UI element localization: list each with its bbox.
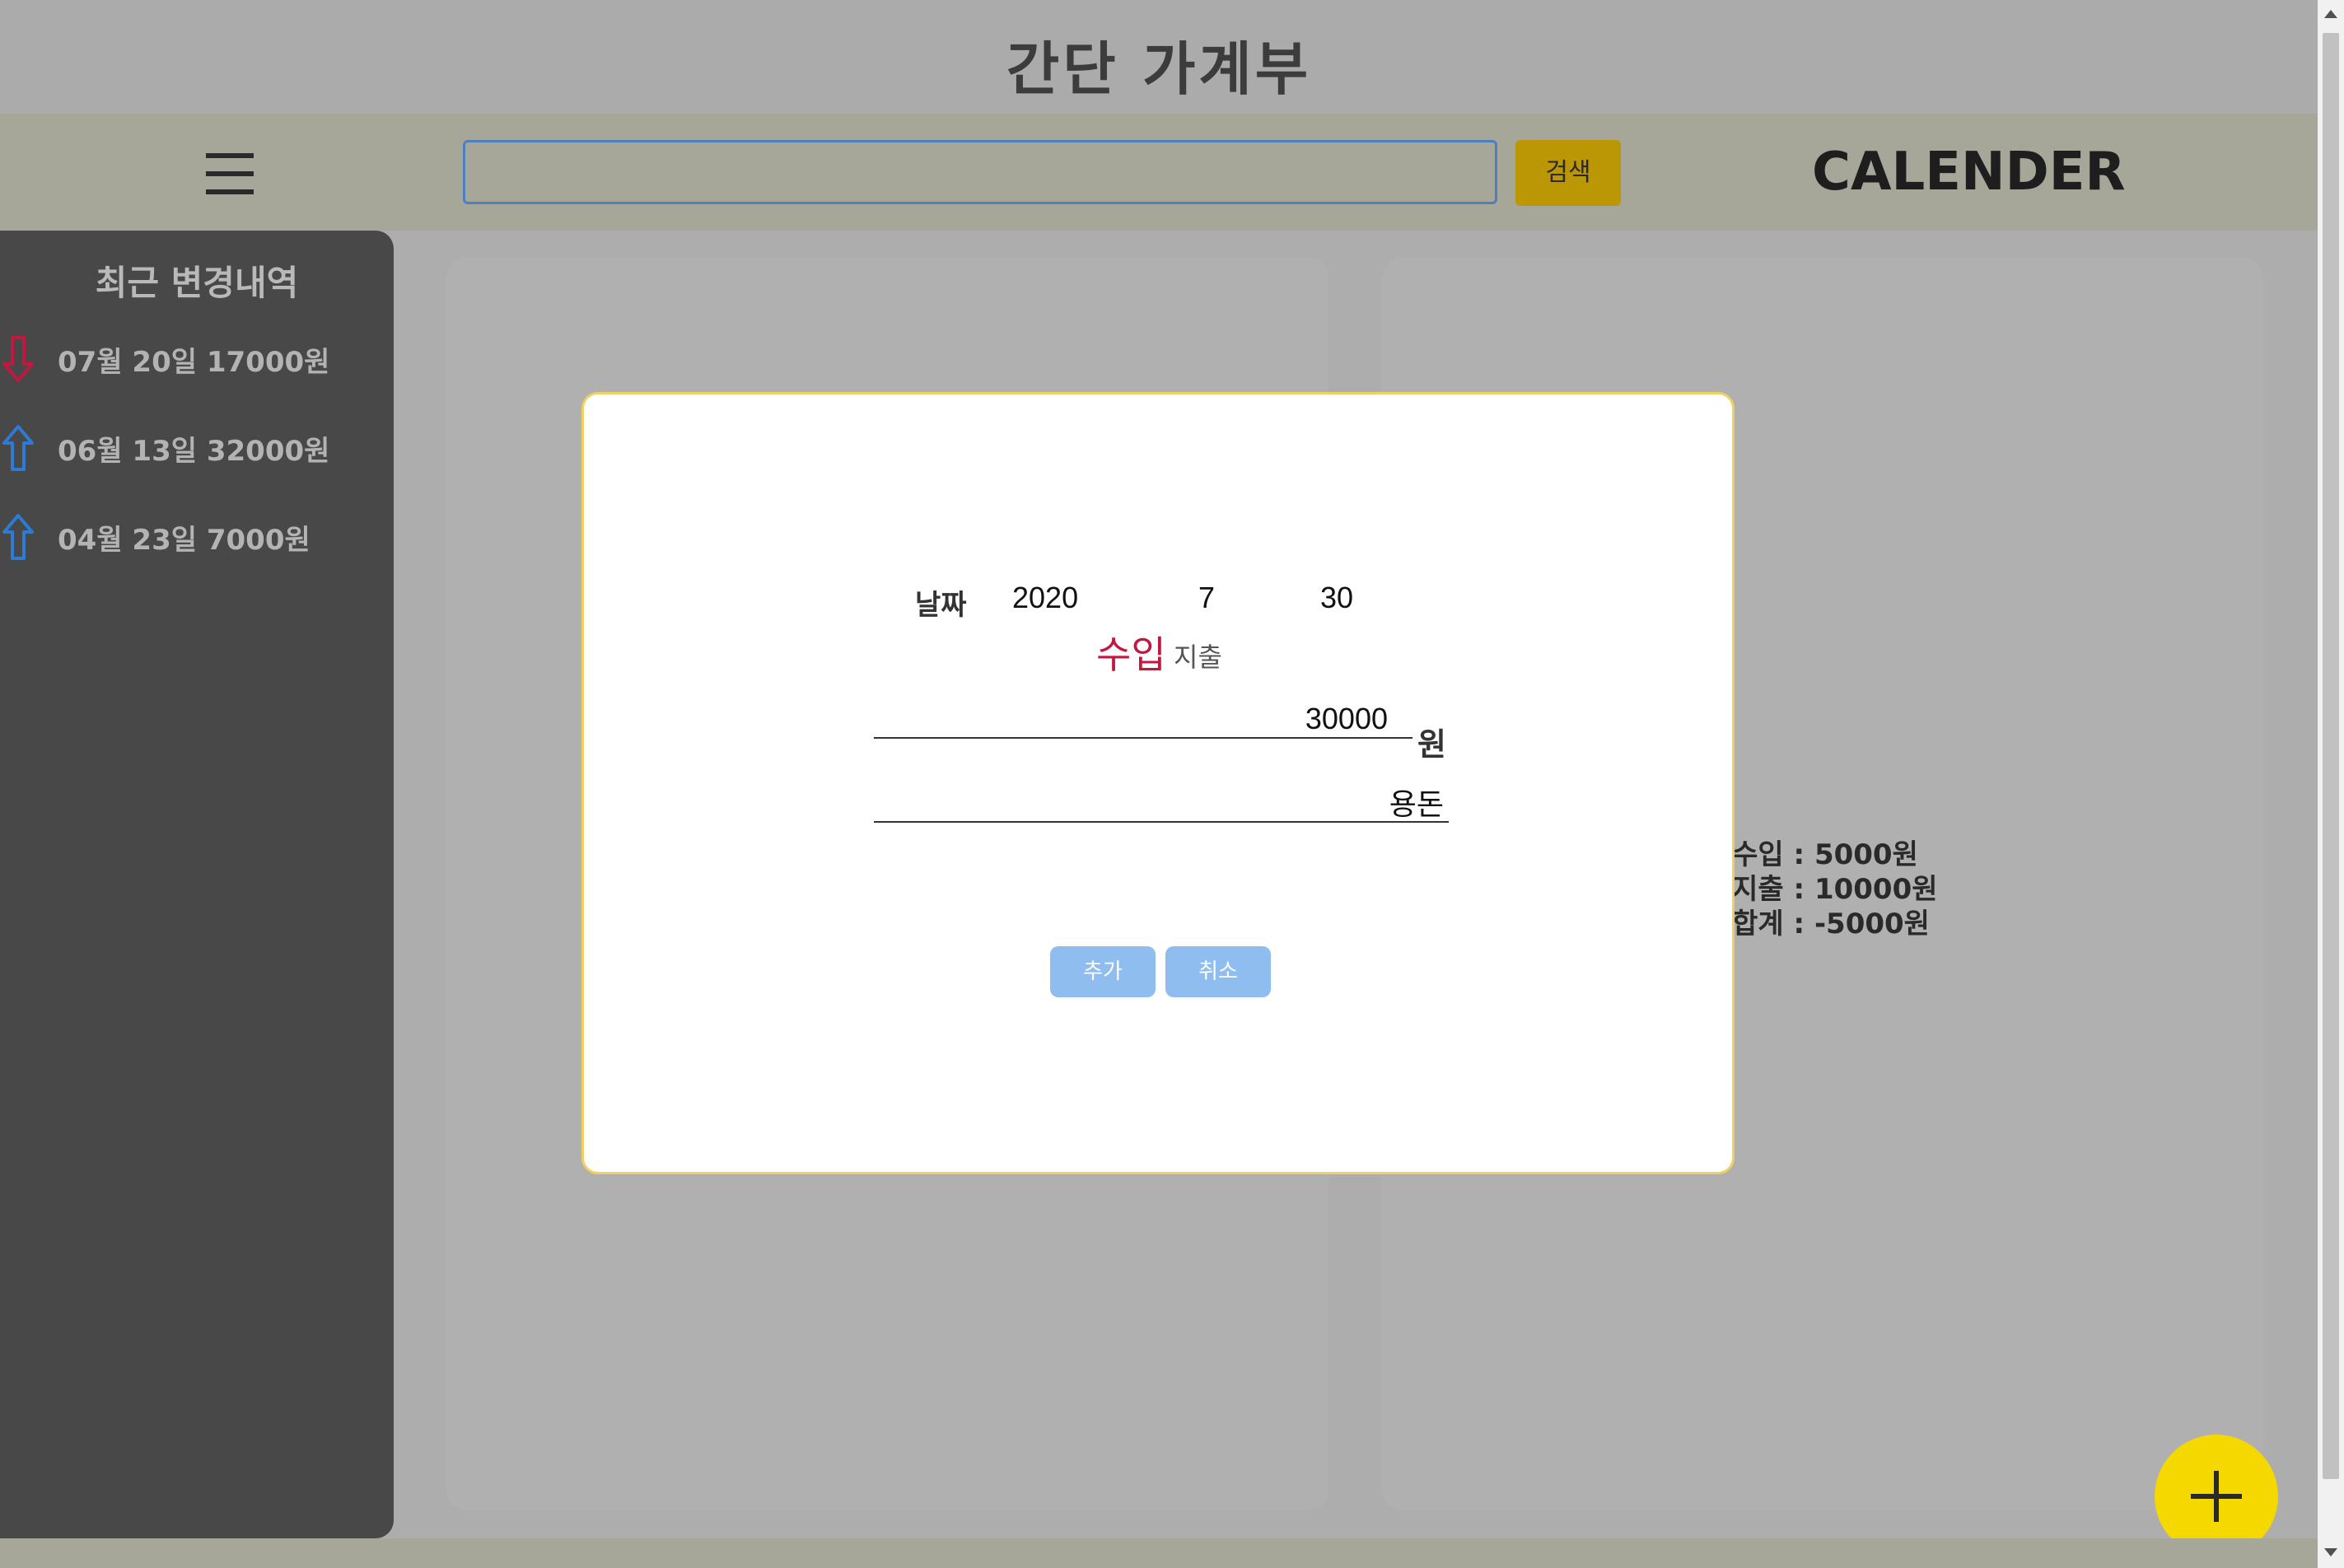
history-item-label: 06월 13일 32000원 (58, 435, 330, 468)
arrow-up-icon (2, 514, 34, 560)
footer-bar (0, 1538, 2318, 1568)
arrow-down-icon (2, 336, 34, 382)
year-input[interactable]: 2020 (1012, 581, 1078, 615)
calendar-heading: CALENDER (1812, 142, 2126, 203)
cancel-button[interactable]: 취소 (1165, 946, 1271, 997)
history-item[interactable]: 06월 13일 32000원 (0, 422, 394, 471)
history-item-label: 04월 23일 7000원 (58, 524, 311, 557)
currency-unit: 원 (1417, 726, 1446, 763)
search-input[interactable] (463, 140, 1497, 204)
vertical-scrollbar[interactable] (2318, 0, 2344, 1568)
search-button[interactable]: 검색 (1515, 140, 1621, 206)
arrow-up-icon (2, 425, 34, 471)
date-label: 날짜 (915, 589, 967, 622)
title-bar: 간단 가계부 (0, 0, 2318, 114)
page: 간단 가계부 검색 CALENDER 최근 변경내역 07월 20일 17000… (0, 0, 2318, 1568)
scrollbar-thumb[interactable] (2323, 33, 2339, 1479)
history-item[interactable]: 07월 20일 17000원 (0, 333, 394, 382)
scroll-up-arrow-icon[interactable] (2324, 10, 2337, 18)
hamburger-menu-icon[interactable] (206, 153, 254, 194)
app-title: 간단 가계부 (1006, 35, 1312, 103)
add-entry-dialog: 날짜 2020 7 30 수입 지출 30000 원 용돈 추가 취소 (581, 392, 1735, 1174)
day-input[interactable]: 30 (1320, 581, 1353, 615)
sidebar-title: 최근 변경내역 (95, 263, 299, 303)
add-button[interactable]: 추가 (1050, 946, 1156, 997)
sidebar-recent-changes: 최근 변경내역 07월 20일 17000원 06월 13일 32000원 04… (0, 231, 394, 1538)
history-item-label: 07월 20일 17000원 (58, 346, 330, 379)
month-input[interactable]: 7 (1198, 581, 1215, 615)
expense-toggle[interactable]: 지출 (1174, 637, 1222, 674)
history-item[interactable]: 04월 23일 7000원 (0, 511, 394, 560)
amount-input[interactable]: 30000 (874, 699, 1412, 739)
scroll-down-arrow-icon[interactable] (2324, 1548, 2337, 1556)
memo-input[interactable]: 용돈 (874, 788, 1449, 823)
income-toggle[interactable]: 수입 (1096, 625, 1166, 679)
